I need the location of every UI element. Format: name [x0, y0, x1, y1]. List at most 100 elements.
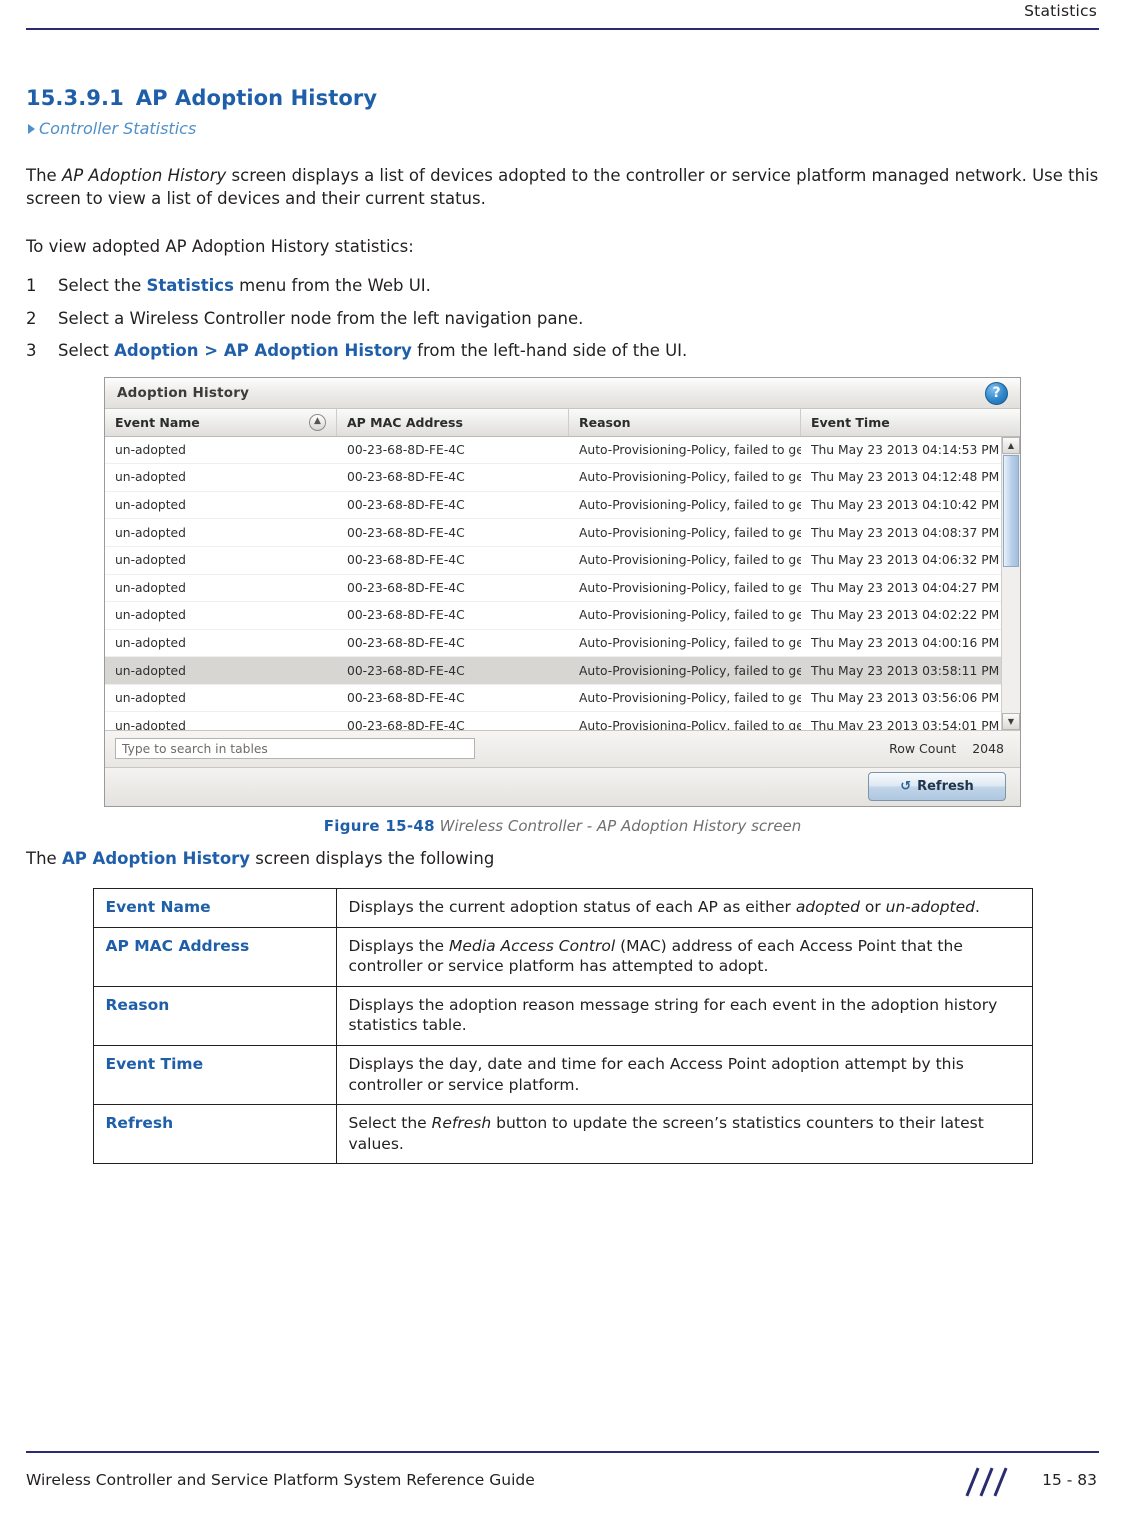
step-number: 3	[26, 341, 37, 361]
table-row[interactable]: un-adopted 00-23-68-8D-FE-4C Auto-Provis…	[105, 464, 1002, 492]
list-item: 1 Select the Statistics menu from the Web…	[26, 274, 1099, 297]
figure-description: Wireless Controller - AP Adoption Histor…	[439, 816, 802, 835]
desc-text-italic: Media Access Control	[449, 936, 616, 955]
cell-event-name: un-adopted	[115, 498, 186, 513]
field-name: Event Time	[92, 1044, 337, 1106]
desc-text: Displays the adoption reason message str…	[348, 995, 998, 1035]
column-header-event-name[interactable]: Event Name ▲	[105, 408, 337, 436]
column-header-label: Event Time	[811, 414, 890, 430]
footer-page-number: 15 - 83	[1042, 1471, 1097, 1489]
cell-event-time: Thu May 23 2013 03:56:06 PM	[811, 691, 1000, 706]
table-body: un-adopted 00-23-68-8D-FE-4C Auto-Provis…	[105, 436, 1020, 730]
intro-text-a: The	[26, 166, 62, 185]
column-header-label: Reason	[579, 414, 631, 430]
cell-mac: 00-23-68-8D-FE-4C	[347, 553, 465, 568]
footer-guide-title: Wireless Controller and Service Platform…	[26, 1471, 535, 1489]
table-row[interactable]: un-adopted 00-23-68-8D-FE-4C Auto-Provis…	[105, 492, 1002, 520]
figure-caption: Figure 15-48 Wireless Controller - AP Ad…	[26, 817, 1099, 835]
step-text-c: from the left-hand side of the UI.	[411, 341, 688, 361]
cell-reason: Auto-Provisioning-Policy, failed to get	[579, 608, 801, 623]
cell-reason: Auto-Provisioning-Policy, failed to get	[579, 442, 801, 457]
adoption-history-screenshot: Adoption History ? Event Name ▲ AP MAC A…	[104, 376, 1021, 807]
table-intro-a: The	[26, 848, 62, 868]
cell-reason: Auto-Provisioning-Policy, failed to get	[579, 553, 801, 568]
desc-text: Displays the	[348, 936, 450, 955]
step-text-a: Select a Wireless Controller node from t…	[58, 308, 584, 328]
cell-mac: 00-23-68-8D-FE-4C	[347, 580, 465, 595]
field-description: Displays the day, date and time for each…	[335, 1044, 1033, 1106]
desc-text: Displays the current adoption status of …	[348, 897, 796, 916]
table-row[interactable]: un-adopted 00-23-68-8D-FE-4C Auto-Provis…	[105, 575, 1002, 603]
table-row[interactable]: un-adopted 00-23-68-8D-FE-4C Auto-Provis…	[105, 602, 1002, 630]
cell-mac: 00-23-68-8D-FE-4C	[347, 442, 465, 457]
column-header-label: AP MAC Address	[347, 414, 463, 430]
field-name: AP MAC Address	[92, 926, 337, 987]
field-name: Reason	[92, 985, 337, 1047]
cell-event-time: Thu May 23 2013 03:58:11 PM	[811, 663, 1000, 678]
cell-reason: Auto-Provisioning-Policy, failed to get	[579, 470, 801, 485]
vertical-scrollbar[interactable]: ▲ ▼	[1001, 436, 1020, 730]
step-text-bold: Statistics	[146, 276, 234, 296]
search-input[interactable]: Type to search in tables	[115, 738, 475, 760]
table-footer: Type to search in tables Row Count 2048	[105, 729, 1020, 767]
table-row[interactable]: un-adopted 00-23-68-8D-FE-4C Auto-Provis…	[105, 519, 1002, 547]
cell-event-time: Thu May 23 2013 04:04:27 PM	[811, 580, 1000, 595]
cell-event-name: un-adopted	[115, 608, 186, 623]
table-intro-c: screen displays the following	[250, 848, 495, 868]
cell-event-name: un-adopted	[115, 718, 186, 730]
cell-event-name: un-adopted	[115, 442, 186, 457]
table-rows-container: un-adopted 00-23-68-8D-FE-4C Auto-Provis…	[105, 437, 1002, 730]
intro-paragraph: The AP Adoption History screen displays …	[26, 164, 1099, 211]
scroll-up-icon[interactable]: ▲	[1002, 436, 1020, 454]
table-row: Reason Displays the adoption reason mess…	[92, 985, 1033, 1047]
table-row[interactable]: un-adopted 00-23-68-8D-FE-4C Auto-Provis…	[105, 630, 1002, 658]
page-header-title: Statistics	[1024, 2, 1097, 20]
table-intro-bold: AP Adoption History	[61, 848, 251, 868]
table-row[interactable]: un-adopted 00-23-68-8D-FE-4C Auto-Provis…	[105, 437, 1002, 465]
cell-event-time: Thu May 23 2013 04:12:48 PM	[811, 470, 1000, 485]
cell-event-time: Thu May 23 2013 04:10:42 PM	[811, 498, 1000, 513]
breadcrumb-label: Controller Statistics	[39, 119, 197, 138]
table-row[interactable]: un-adopted 00-23-68-8D-FE-4C Auto-Provis…	[105, 685, 1002, 713]
cell-reason: Auto-Provisioning-Policy, failed to get	[579, 580, 801, 595]
desc-text-italic: un-adopted	[885, 897, 976, 916]
table-row: AP MAC Address Displays the Media Access…	[92, 926, 1033, 987]
cell-event-name: un-adopted	[115, 691, 186, 706]
desc-text: or	[859, 897, 886, 916]
cell-event-name: un-adopted	[115, 553, 186, 568]
field-description: Displays the adoption reason message str…	[335, 985, 1033, 1047]
column-header-ap-mac-address[interactable]: AP MAC Address	[337, 408, 569, 436]
desc-text: .	[975, 897, 980, 916]
table-row[interactable]: un-adopted 00-23-68-8D-FE-4C Auto-Provis…	[105, 712, 1002, 730]
cell-mac: 00-23-68-8D-FE-4C	[347, 718, 465, 730]
figure-label: Figure 15-48	[323, 816, 435, 835]
cell-reason: Auto-Provisioning-Policy, failed to get	[579, 635, 801, 650]
field-description-table: Event Name Displays the current adoption…	[92, 887, 1033, 1165]
column-header-event-time[interactable]: Event Time	[801, 409, 1020, 436]
scrollbar-thumb[interactable]	[1003, 454, 1019, 567]
sort-indicator-icon[interactable]: ▲	[309, 413, 326, 431]
table-row[interactable]: un-adopted 00-23-68-8D-FE-4C Auto-Provis…	[105, 657, 1002, 685]
cell-mac: 00-23-68-8D-FE-4C	[347, 608, 465, 623]
cell-event-time: Thu May 23 2013 04:08:37 PM	[811, 525, 1000, 540]
cell-event-name: un-adopted	[115, 635, 186, 650]
cell-event-time: Thu May 23 2013 04:00:16 PM	[811, 635, 1000, 650]
cell-reason: Auto-Provisioning-Policy, failed to get	[579, 663, 801, 678]
action-bar: ↺ Refresh	[105, 766, 1020, 806]
cell-mac: 00-23-68-8D-FE-4C	[347, 635, 465, 650]
desc-text-italic: Refresh	[431, 1114, 492, 1133]
panel-titlebar: Adoption History ?	[105, 377, 1020, 409]
refresh-button[interactable]: ↺ Refresh	[868, 771, 1006, 801]
field-description: Displays the Media Access Control (MAC) …	[335, 926, 1033, 987]
help-icon[interactable]: ?	[985, 381, 1008, 405]
scroll-down-icon[interactable]: ▼	[1002, 712, 1020, 730]
cell-reason: Auto-Provisioning-Policy, failed to get	[579, 718, 801, 730]
column-header-reason[interactable]: Reason	[569, 408, 801, 436]
cell-event-time: Thu May 23 2013 04:02:22 PM	[811, 608, 1000, 623]
step-text-c: menu from the Web UI.	[233, 276, 431, 296]
table-row[interactable]: un-adopted 00-23-68-8D-FE-4C Auto-Provis…	[105, 547, 1002, 575]
table-intro-paragraph: The AP Adoption History screen displays …	[26, 847, 1099, 870]
document-page: Statistics 15.3.9.1 AP Adoption History C…	[0, 0, 1125, 1517]
breadcrumb[interactable]: Controller Statistics	[26, 119, 1099, 138]
page-title: 15.3.9.1 AP Adoption History	[26, 86, 1099, 110]
